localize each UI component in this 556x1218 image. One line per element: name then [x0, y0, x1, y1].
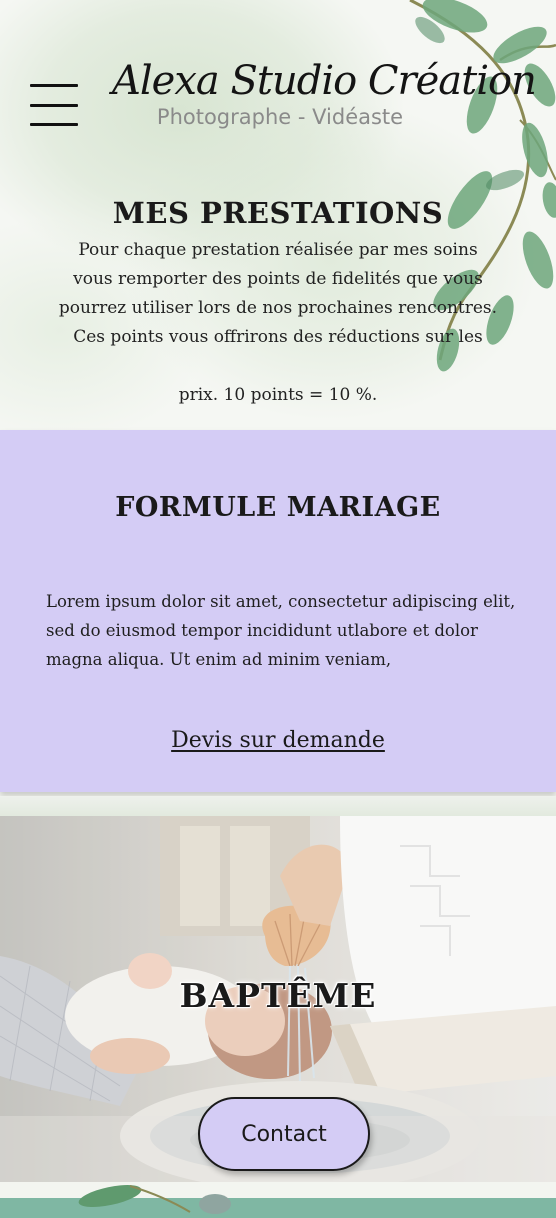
- bapteme-section: BAPTÊME Contact: [0, 816, 556, 1182]
- next-section-preview: [0, 1182, 556, 1218]
- menu-bar: [30, 84, 78, 87]
- bapteme-title: BAPTÊME: [179, 976, 377, 1015]
- menu-bar: [30, 103, 78, 107]
- formule-mariage-section: FORMULE MARIAGE Lorem ipsum dolor sit am…: [0, 430, 556, 792]
- prestations-intro: Pour chaque prestation réalisée par mes …: [40, 236, 516, 410]
- hamburger-menu-icon[interactable]: [30, 84, 78, 126]
- mariage-description: Lorem ipsum dolor sit amet, consectetur …: [46, 592, 516, 669]
- menu-bar: [30, 123, 78, 126]
- intro-line: Ces points vous offrirons des réductions…: [73, 327, 483, 347]
- loyalty-points-line: prix. 10 points = 10 %.: [178, 385, 378, 405]
- contact-button[interactable]: Contact: [198, 1097, 370, 1171]
- intro-line: Pour chaque prestation réalisée par mes …: [78, 240, 478, 260]
- page-title: MES PRESTATIONS: [112, 196, 444, 230]
- mariage-title: FORMULE MARIAGE: [115, 492, 441, 523]
- brand-title[interactable]: Alexa Studio Création: [112, 58, 537, 104]
- section-divider: [0, 796, 556, 818]
- leaf-decoration: [78, 1184, 231, 1214]
- intro-line: pourrez utiliser lors de nos prochaines …: [58, 298, 498, 318]
- devis-link[interactable]: Devis sur demande: [0, 728, 556, 753]
- hero-header: Alexa Studio Création Photographe - Vidé…: [0, 0, 556, 430]
- brand-subtitle: Photographe - Vidéaste: [156, 105, 404, 129]
- intro-line: vous remporter des points de fidelités q…: [73, 269, 483, 289]
